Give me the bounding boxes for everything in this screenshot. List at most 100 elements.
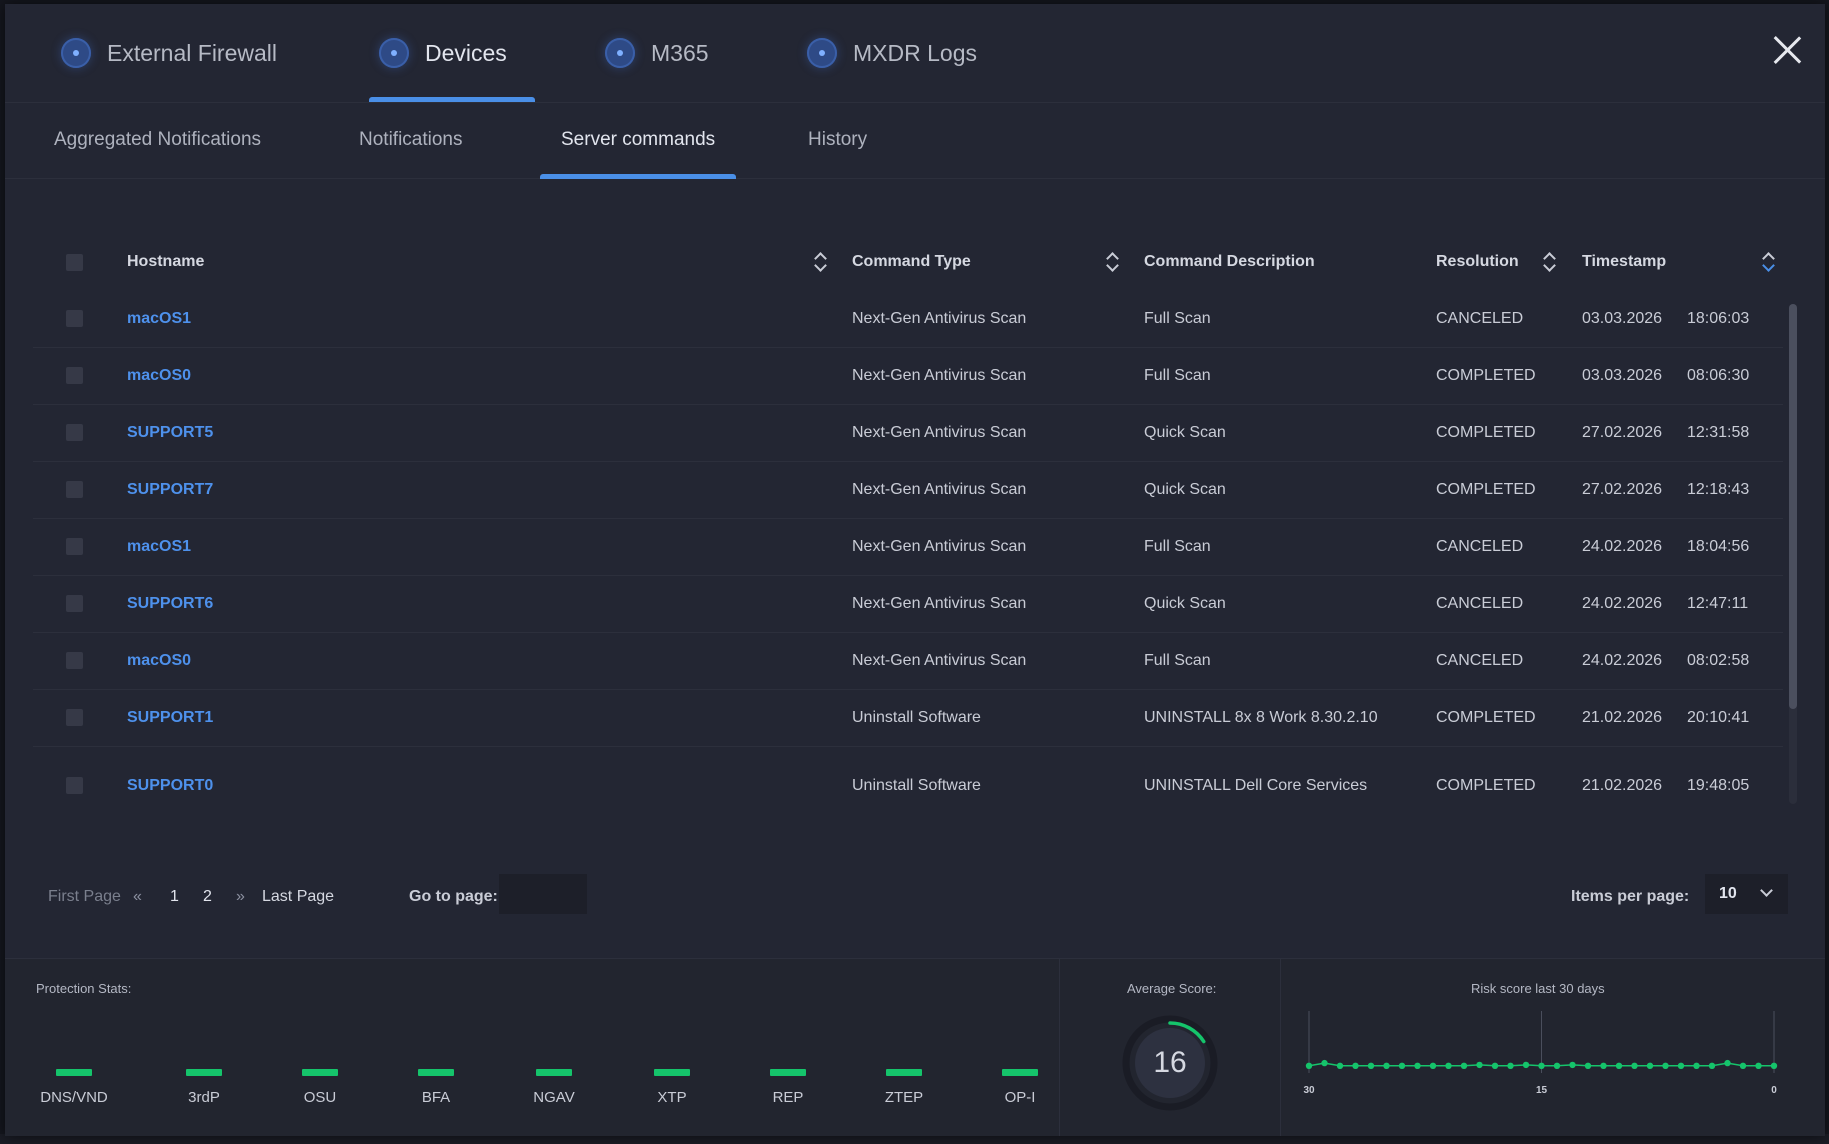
status-bar <box>186 1069 222 1076</box>
command-type-cell: Next-Gen Antivirus Scan <box>852 480 1027 498</box>
risk-data-point <box>1724 1059 1731 1067</box>
row-checkbox[interactable] <box>66 310 83 327</box>
status-bar <box>654 1069 690 1076</box>
protection-stat-item: OSU <box>280 1069 360 1106</box>
protection-stat-label: 3rdP <box>188 1089 220 1106</box>
row-checkbox[interactable] <box>66 652 83 669</box>
tab-external-firewall[interactable]: External Firewall <box>61 4 277 102</box>
risk-score-title: Risk score last 30 days <box>1471 981 1605 996</box>
status-bar <box>536 1069 572 1076</box>
hostname-link[interactable]: SUPPORT0 <box>127 746 213 810</box>
sort-hostname-icon[interactable] <box>814 251 826 273</box>
table-row[interactable]: macOS1 Next-Gen Antivirus Scan Full Scan CA… <box>33 518 1783 576</box>
hostname-link[interactable]: macOS1 <box>127 518 191 575</box>
timestamp-date-cell: 24.02.2026 <box>1582 594 1663 612</box>
divider <box>1280 959 1281 1136</box>
first-page-link[interactable]: First Page <box>48 874 121 920</box>
column-command-description: Command Description <box>1144 253 1315 270</box>
risk-data-point <box>1770 1062 1778 1069</box>
timestamp-date-cell: 03.03.2026 <box>1582 309 1663 327</box>
protection-stat-item: DNS/VND <box>34 1069 114 1106</box>
sort-command-type-icon[interactable] <box>1106 251 1118 273</box>
table-row[interactable]: SUPPORT6 Next-Gen Antivirus Scan Quick Sca… <box>33 575 1783 633</box>
hostname-link[interactable]: SUPPORT5 <box>127 404 213 461</box>
sub-tab-label: Aggregated Notifications <box>54 129 262 150</box>
table-row[interactable]: SUPPORT5 Next-Gen Antivirus Scan Quick Sca… <box>33 404 1783 462</box>
sort-timestamp-icon[interactable] <box>1762 251 1774 273</box>
scrollbar-thumb[interactable] <box>1789 304 1797 709</box>
risk-data-point <box>1398 1062 1406 1069</box>
timestamp-time-cell: 19:48:05 <box>1687 777 1750 794</box>
table-row[interactable]: macOS1 Next-Gen Antivirus Scan Full Scan CA… <box>33 290 1783 348</box>
timestamp-time-cell: 18:06:03 <box>1687 309 1750 327</box>
tab-notifications[interactable]: Notifications <box>359 102 463 178</box>
close-icon[interactable] <box>1771 34 1803 66</box>
row-checkbox[interactable] <box>66 709 83 726</box>
select-all-checkbox[interactable] <box>66 254 83 271</box>
hostname-link[interactable]: SUPPORT7 <box>127 461 213 518</box>
row-checkbox[interactable] <box>66 538 83 555</box>
table-row[interactable]: SUPPORT0 Uninstall Software UNINSTALL Dell… <box>33 746 1783 810</box>
table-row[interactable]: macOS0 Next-Gen Antivirus Scan Full Scan CA… <box>33 632 1783 690</box>
hostname-link[interactable]: SUPPORT6 <box>127 575 213 632</box>
risk-data-point <box>1507 1062 1514 1069</box>
tab-mxdr-logs[interactable]: MXDR Logs <box>807 4 977 102</box>
row-checkbox[interactable] <box>66 595 83 612</box>
protection-stat-label: XTP <box>657 1089 687 1106</box>
risk-data-point <box>1383 1062 1390 1069</box>
sub-tab-bar: Aggregated Notifications Notifications S… <box>5 102 1825 179</box>
command-type-cell: Next-Gen Antivirus Scan <box>852 537 1027 555</box>
resolution-cell: COMPLETED <box>1436 423 1536 441</box>
items-per-page-select[interactable]: 10 <box>1705 874 1788 914</box>
risk-data-point <box>1352 1062 1359 1069</box>
go-to-page-label: Go to page: <box>409 888 498 905</box>
risk-data-point <box>1569 1061 1576 1069</box>
page-2-link[interactable]: 2 <box>203 874 212 920</box>
risk-data-point <box>1677 1062 1685 1069</box>
row-checkbox[interactable] <box>66 481 83 498</box>
protection-stat-label: DNS/VND <box>40 1089 108 1106</box>
tab-m365[interactable]: M365 <box>605 4 709 102</box>
command-type-cell: Next-Gen Antivirus Scan <box>852 651 1027 669</box>
resolution-cell: COMPLETED <box>1436 366 1536 384</box>
hostname-link[interactable]: macOS0 <box>127 632 191 689</box>
command-description-cell: Full Scan <box>1144 309 1211 327</box>
row-checkbox[interactable] <box>66 424 83 441</box>
table-row[interactable]: macOS0 Next-Gen Antivirus Scan Full Scan CO… <box>33 347 1783 405</box>
risk-score-chart: 30 15 0 <box>1303 1011 1778 1096</box>
previous-page-icon[interactable]: « <box>133 874 142 920</box>
hostname-link[interactable]: macOS0 <box>127 347 191 404</box>
table-row[interactable]: SUPPORT7 Next-Gen Antivirus Scan Quick Sca… <box>33 461 1783 519</box>
average-score-title: Average Score: <box>1127 981 1217 996</box>
command-type-cell: Uninstall Software <box>852 777 981 794</box>
next-page-icon[interactable]: » <box>236 874 245 920</box>
tab-history[interactable]: History <box>808 102 867 178</box>
protection-stat-item: BFA <box>396 1069 476 1106</box>
risk-data-point <box>1491 1062 1499 1069</box>
tab-aggregated-notifications[interactable]: Aggregated Notifications <box>54 102 261 178</box>
globe-icon <box>379 38 409 68</box>
hostname-link[interactable]: macOS1 <box>127 290 191 347</box>
timestamp-date-cell: 21.02.2026 <box>1582 777 1663 794</box>
timestamp-date-cell: 24.02.2026 <box>1582 537 1663 555</box>
table-scrollbar[interactable] <box>1789 304 1797 804</box>
last-page-link[interactable]: Last Page <box>262 874 334 920</box>
sort-resolution-icon[interactable] <box>1543 251 1555 273</box>
page-1-link[interactable]: 1 <box>170 874 179 920</box>
go-to-page-input[interactable] <box>499 874 587 914</box>
hostname-link[interactable]: SUPPORT1 <box>127 689 213 746</box>
tab-label: M365 <box>651 39 709 66</box>
status-bar <box>56 1069 92 1076</box>
tab-devices[interactable]: Devices <box>369 4 535 102</box>
timestamp-date-cell: 03.03.2026 <box>1582 366 1663 384</box>
tab-server-commands[interactable]: Server commands <box>540 102 737 179</box>
command-type-cell: Next-Gen Antivirus Scan <box>852 423 1027 441</box>
row-checkbox[interactable] <box>66 777 83 794</box>
globe-icon <box>807 38 837 68</box>
timestamp-time-cell: 08:06:30 <box>1687 366 1750 384</box>
risk-data-point <box>1367 1062 1375 1069</box>
command-description-cell: Quick Scan <box>1144 423 1226 441</box>
table-row[interactable]: SUPPORT1 Uninstall Software UNINSTALL 8x 8… <box>33 689 1783 747</box>
risk-data-point <box>1662 1062 1669 1069</box>
row-checkbox[interactable] <box>66 367 83 384</box>
